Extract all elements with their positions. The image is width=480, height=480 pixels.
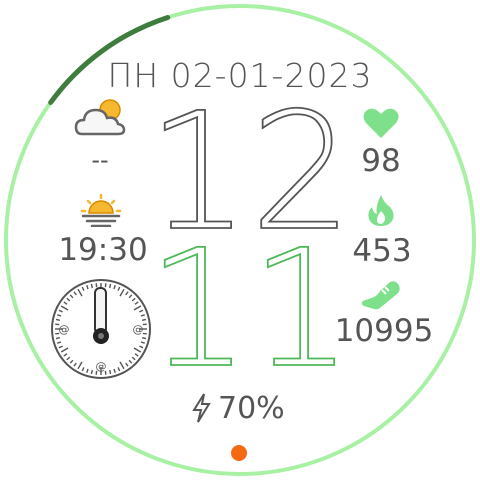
weather-temp: -- — [91, 146, 109, 174]
calories-value: 453 — [352, 233, 412, 269]
notification-dot[interactable] — [231, 445, 247, 461]
dial-tick — [109, 369, 112, 375]
dial-tick — [141, 337, 147, 340]
date-label: ПН 02-01-2023 — [107, 56, 373, 95]
heart-icon[interactable] — [362, 106, 400, 140]
sunset-time: 19:30 — [58, 232, 148, 268]
lightning-icon — [192, 393, 211, 423]
dial-tick — [55, 318, 61, 321]
minute-digits: 11 — [150, 216, 350, 370]
dial-tick — [109, 283, 112, 289]
dial-tick — [55, 337, 61, 340]
battery-indicator[interactable]: 70% — [190, 388, 300, 428]
dial-tick — [90, 283, 93, 289]
dial-tick — [141, 318, 147, 321]
time-display: 12 11 — [150, 100, 350, 370]
battery-percent: 70% — [218, 390, 285, 426]
sunset-icon — [80, 193, 122, 227]
dial-tick — [90, 369, 93, 375]
flame-icon[interactable] — [366, 193, 396, 227]
svg-text:@: @ — [133, 323, 144, 336]
svg-text:@: @ — [59, 323, 70, 336]
heart-rate-value: 98 — [361, 143, 401, 179]
mini-analog-dial[interactable]: @ @ @ @ — [50, 278, 152, 380]
shoe-icon[interactable] — [360, 280, 404, 310]
svg-text:@: @ — [96, 360, 107, 373]
steps-value: 10995 — [334, 313, 434, 349]
cloud-sun-icon[interactable] — [72, 96, 130, 140]
